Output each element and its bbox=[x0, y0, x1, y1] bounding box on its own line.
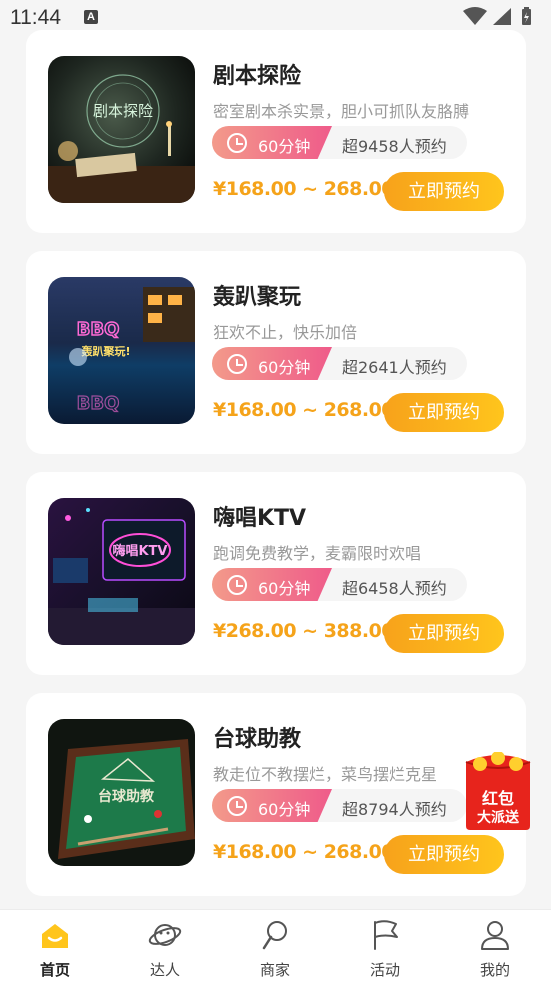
shop-icon bbox=[262, 921, 287, 950]
service-card[interactable]: 嗨唱KTV 嗨唱KTV 跑调免费教学，麦霸限时欢唱 60分钟 超6458人预约 … bbox=[26, 472, 526, 675]
duration-text: 60分钟 bbox=[258, 800, 311, 819]
svg-text:轰趴聚玩!: 轰趴聚玩! bbox=[80, 344, 130, 358]
service-thumbnail: 嗨唱KTV bbox=[48, 498, 195, 645]
tab-label: 达人 bbox=[149, 961, 180, 979]
user-icon bbox=[481, 921, 509, 950]
price-range: ¥268.00 ~ 388.00 bbox=[213, 620, 395, 642]
service-tags: 60分钟 超9458人预约 bbox=[212, 126, 467, 159]
book-now-button[interactable]: 立即预约 bbox=[384, 393, 504, 432]
service-title: 轰趴聚玩 bbox=[213, 285, 302, 310]
tab-label: 活动 bbox=[369, 961, 400, 979]
service-title: 剧本探险 bbox=[213, 64, 302, 89]
clock-icon bbox=[227, 796, 247, 816]
bottom-tab-bar: 首页 达人 商家 活动 我的 bbox=[0, 909, 551, 982]
tab-activity[interactable]: 活动 bbox=[330, 910, 440, 982]
party-bbq-image: BBQ 轰趴聚玩! BBQ bbox=[48, 277, 195, 424]
booked-count: 超9458人预约 bbox=[342, 137, 447, 156]
svg-text:BBQ: BBQ bbox=[77, 319, 120, 340]
duration-badge: 60分钟 bbox=[212, 347, 332, 380]
svg-text:BBQ: BBQ bbox=[77, 393, 120, 414]
home-icon bbox=[42, 924, 68, 948]
red-packet-icon: 红包 大派送 bbox=[465, 751, 531, 830]
booked-count: 超6458人预约 bbox=[342, 579, 447, 598]
planet-icon bbox=[148, 924, 182, 946]
flag-icon bbox=[374, 920, 398, 950]
price-range: ¥168.00 ~ 268.00 bbox=[213, 841, 395, 863]
status-time: 11:44 bbox=[10, 6, 61, 29]
booked-count: 超8794人预约 bbox=[342, 800, 447, 819]
book-now-button[interactable]: 立即预约 bbox=[384, 614, 504, 653]
status-icons bbox=[461, 6, 541, 28]
duration-badge: 60分钟 bbox=[212, 789, 332, 822]
book-now-button[interactable]: 立即预约 bbox=[384, 835, 504, 874]
book-now-button[interactable]: 立即预约 bbox=[384, 172, 504, 211]
duration-text: 60分钟 bbox=[258, 579, 311, 598]
duration-text: 60分钟 bbox=[258, 137, 311, 156]
service-description: 教走位不教摆烂，菜鸟摆烂克星 bbox=[213, 765, 438, 784]
booked-count: 超2641人预约 bbox=[342, 358, 447, 377]
tab-merchant[interactable]: 商家 bbox=[220, 910, 330, 982]
price-range: ¥168.00 ~ 268.00 bbox=[213, 178, 395, 200]
tab-label: 我的 bbox=[479, 961, 510, 979]
service-title: 嗨唱KTV bbox=[213, 506, 307, 531]
service-thumbnail: 剧本探险 bbox=[48, 56, 195, 203]
clock-icon bbox=[227, 354, 247, 374]
svg-text:大派送: 大派送 bbox=[477, 809, 520, 826]
service-card[interactable]: 剧本探险 剧本探险 密室剧本杀实景，胆小可抓队友胳膊 60分钟 超9458人预约… bbox=[26, 30, 526, 233]
tab-home[interactable]: 首页 bbox=[0, 910, 110, 982]
svg-text:台球助教: 台球助教 bbox=[98, 788, 155, 805]
duration-text: 60分钟 bbox=[258, 358, 311, 377]
duration-badge: 60分钟 bbox=[212, 126, 332, 159]
svg-text:剧本探险: 剧本探险 bbox=[93, 102, 153, 120]
ktv-room-image: 嗨唱KTV bbox=[48, 498, 195, 645]
tab-label: 首页 bbox=[39, 961, 70, 979]
svg-text:嗨唱KTV: 嗨唱KTV bbox=[112, 543, 167, 559]
notification-a-icon: A bbox=[84, 10, 98, 24]
red-packet-promo[interactable]: 红包 大派送 bbox=[462, 751, 534, 832]
service-tags: 60分钟 超6458人预约 bbox=[212, 568, 467, 601]
duration-badge: 60分钟 bbox=[212, 568, 332, 601]
tab-mine[interactable]: 我的 bbox=[440, 910, 550, 982]
tab-label: 商家 bbox=[259, 961, 290, 979]
service-card[interactable]: 台球助教 台球助教 教走位不教摆烂，菜鸟摆烂克星 60分钟 超8794人预约 ¥… bbox=[26, 693, 526, 896]
tab-talent[interactable]: 达人 bbox=[110, 910, 220, 982]
billiards-table-image: 台球助教 bbox=[48, 719, 195, 866]
script-adventure-image: 剧本探险 bbox=[48, 56, 195, 203]
service-tags: 60分钟 超8794人预约 bbox=[212, 789, 467, 822]
service-tags: 60分钟 超2641人预约 bbox=[212, 347, 467, 380]
service-description: 密室剧本杀实景，胆小可抓队友胳膊 bbox=[213, 102, 470, 121]
price-range: ¥168.00 ~ 268.00 bbox=[213, 399, 395, 421]
service-thumbnail: 台球助教 bbox=[48, 719, 195, 866]
clock-icon bbox=[227, 575, 247, 595]
clock-icon bbox=[227, 133, 247, 153]
service-card[interactable]: BBQ 轰趴聚玩! BBQ 轰趴聚玩 狂欢不止，快乐加倍 60分钟 超2641人… bbox=[26, 251, 526, 454]
service-description: 狂欢不止，快乐加倍 bbox=[213, 323, 358, 342]
service-description: 跑调免费教学，麦霸限时欢唱 bbox=[213, 544, 422, 563]
service-thumbnail: BBQ 轰趴聚玩! BBQ bbox=[48, 277, 195, 424]
svg-text:红包: 红包 bbox=[482, 789, 514, 808]
service-title: 台球助教 bbox=[213, 727, 302, 752]
wifi-signal-battery-icon bbox=[463, 7, 531, 25]
